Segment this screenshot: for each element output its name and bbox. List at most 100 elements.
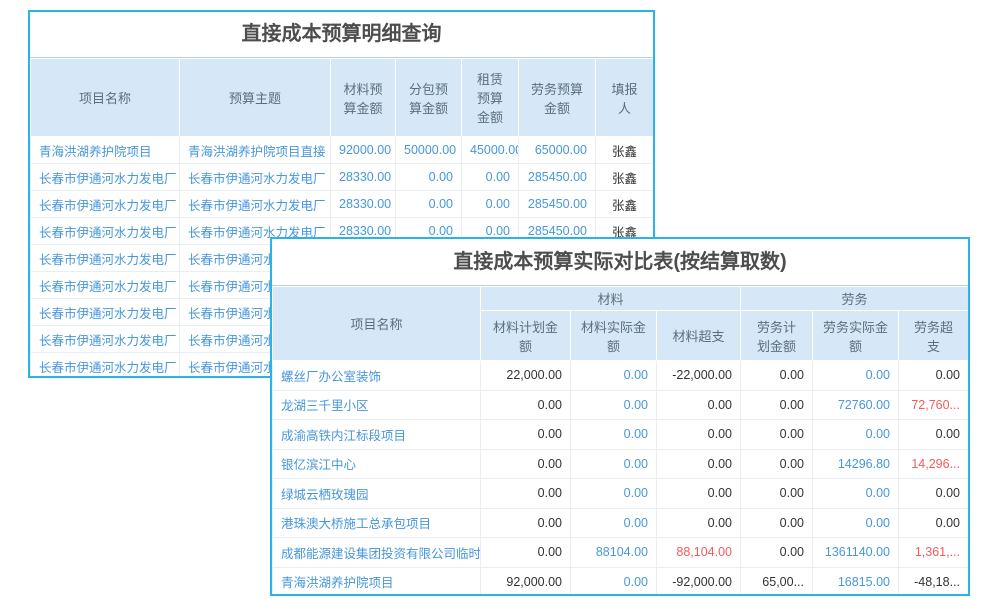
value-cell: 0.00 (899, 479, 969, 509)
table-row[interactable]: 龙湖三千里小区0.000.000.000.0072760.0072,760... (273, 390, 969, 420)
table-row[interactable]: 青海洪湖养护院项目青海洪湖养护院项目直接92000.0050000.004500… (31, 137, 654, 164)
value-cell: -22,000.00 (657, 361, 741, 391)
budget-detail-title: 直接成本预算明细查询 (30, 12, 653, 58)
value-cell: 张鑫 (596, 164, 654, 191)
value-cell: 0.00 (741, 361, 813, 391)
column-header-material-overrun: 材料超支 (657, 311, 741, 361)
project-name-cell: 长春市伊通河水力发电厂 (31, 218, 180, 245)
project-name-cell: 银亿滨江中心 (273, 449, 481, 479)
column-header-budget-theme: 预算主题 (180, 59, 331, 137)
value-cell: 65000.00 (519, 137, 596, 164)
value-cell: 1,361,... (899, 538, 969, 568)
value-cell: 0.00 (741, 390, 813, 420)
value-cell: 0.00 (813, 479, 899, 509)
column-header-subcontract-budget: 分包预算金额 (396, 59, 462, 137)
value-cell: 1361140.00 (813, 538, 899, 568)
budget-compare-title: 直接成本预算实际对比表(按结算取数) (272, 239, 968, 286)
budget-compare-table: 项目名称 材料 劳务 材料计划金额 材料实际金额 材料超支 劳务计划金额 劳务实… (272, 286, 969, 596)
value-cell: 88104.00 (571, 538, 657, 568)
value-cell: 0.00 (571, 449, 657, 479)
value-cell: 0.00 (899, 420, 969, 450)
project-name-cell: 长春市伊通河水力发电厂 (31, 272, 180, 299)
value-cell: 92,000.00 (481, 567, 571, 596)
value-cell: 0.00 (571, 479, 657, 509)
value-cell: 0.00 (481, 449, 571, 479)
budget-compare-panel: 直接成本预算实际对比表(按结算取数) 项目名称 材料 劳务 材料计划金额 材料实… (270, 237, 970, 596)
table-row[interactable]: 成都能源建设集团投资有限公司临时0.0088104.0088,104.000.0… (273, 538, 969, 568)
value-cell: 50000.00 (396, 137, 462, 164)
project-name-cell: 长春市伊通河水力发电厂 (31, 164, 180, 191)
value-cell: 0.00 (481, 420, 571, 450)
table-row[interactable]: 绿城云栖玫瑰园0.000.000.000.000.000.00 (273, 479, 969, 509)
value-cell: 0.00 (396, 191, 462, 218)
table-row[interactable]: 银亿滨江中心0.000.000.000.0014296.8014,296... (273, 449, 969, 479)
value-cell: 0.00 (657, 390, 741, 420)
value-cell: 0.00 (571, 361, 657, 391)
column-header-labor-overrun: 劳务超支 (899, 311, 969, 361)
project-name-cell: 长春市伊通河水力发电厂 (31, 191, 180, 218)
value-cell: -48,18... (899, 567, 969, 596)
value-cell: 0.00 (571, 567, 657, 596)
value-cell: 0.00 (396, 164, 462, 191)
value-cell: 0.00 (741, 449, 813, 479)
value-cell: 0.00 (657, 508, 741, 538)
project-name-cell: 长春市伊通河水力发电厂 (31, 245, 180, 272)
value-cell: 0.00 (481, 538, 571, 568)
table-row[interactable]: 青海洪湖养护院项目92,000.000.00-92,000.0065,00...… (273, 567, 969, 596)
budget-compare-rows: 螺丝厂办公室装饰22,000.000.00-22,000.000.000.000… (273, 361, 969, 597)
project-name-cell: 青海洪湖养护院项目 (273, 567, 481, 596)
value-cell: 14296.80 (813, 449, 899, 479)
value-cell: 0.00 (741, 538, 813, 568)
value-cell: 0.00 (899, 508, 969, 538)
table-row[interactable]: 长春市伊通河水力发电厂长春市伊通河水力发电厂28330.000.000.0028… (31, 164, 654, 191)
project-name-cell: 长春市伊通河水力发电厂 (31, 326, 180, 353)
project-name-cell: 长春市伊通河水力发电厂 (31, 353, 180, 379)
value-cell: 张鑫 (596, 137, 654, 164)
table-row[interactable]: 螺丝厂办公室装饰22,000.000.00-22,000.000.000.000… (273, 361, 969, 391)
value-cell: 72760.00 (813, 390, 899, 420)
value-cell: 0.00 (571, 420, 657, 450)
project-name-cell: 龙湖三千里小区 (273, 390, 481, 420)
value-cell: 0.00 (481, 479, 571, 509)
value-cell: 0.00 (571, 390, 657, 420)
value-cell: 0.00 (813, 420, 899, 450)
value-cell: 0.00 (741, 508, 813, 538)
value-cell: 28330.00 (331, 191, 396, 218)
project-name-cell: 绿城云栖玫瑰园 (273, 479, 481, 509)
project-name-cell: 螺丝厂办公室装饰 (273, 361, 481, 391)
value-cell: 0.00 (657, 449, 741, 479)
value-cell: 285450.00 (519, 164, 596, 191)
column-header-labor-actual: 劳务实际金额 (813, 311, 899, 361)
value-cell: 张鑫 (596, 191, 654, 218)
table-row[interactable]: 港珠澳大桥施工总承包项目0.000.000.000.000.000.00 (273, 508, 969, 538)
project-name-cell: 长春市伊通河水力发电厂 (31, 299, 180, 326)
value-cell: 长春市伊通河水力发电厂 (180, 191, 331, 218)
value-cell: 72,760... (899, 390, 969, 420)
value-cell: 青海洪湖养护院项目直接 (180, 137, 331, 164)
value-cell: 0.00 (813, 361, 899, 391)
project-name-cell: 成渝高铁内江标段项目 (273, 420, 481, 450)
table-row[interactable]: 长春市伊通河水力发电厂长春市伊通河水力发电厂28330.000.000.0028… (31, 191, 654, 218)
column-header-material-budget: 材料预算金额 (331, 59, 396, 137)
value-cell: 0.00 (899, 361, 969, 391)
project-name-cell: 港珠澳大桥施工总承包项目 (273, 508, 481, 538)
table-row[interactable]: 成渝高铁内江标段项目0.000.000.000.000.000.00 (273, 420, 969, 450)
value-cell: 0.00 (741, 420, 813, 450)
value-cell: 0.00 (462, 191, 519, 218)
value-cell: 0.00 (571, 508, 657, 538)
group-header-labor: 劳务 (741, 287, 969, 311)
value-cell: 14,296... (899, 449, 969, 479)
column-header-labor-budget: 劳务预算金额 (519, 59, 596, 137)
value-cell: 28330.00 (331, 164, 396, 191)
value-cell: 0.00 (462, 164, 519, 191)
value-cell: 0.00 (657, 420, 741, 450)
value-cell: 0.00 (813, 508, 899, 538)
column-header-material-actual: 材料实际金额 (571, 311, 657, 361)
project-name-cell: 青海洪湖养护院项目 (31, 137, 180, 164)
column-header-labor-plan: 劳务计划金额 (741, 311, 813, 361)
column-header-project: 项目名称 (273, 287, 481, 361)
column-header-reporter: 填报人 (596, 59, 654, 137)
value-cell: 16815.00 (813, 567, 899, 596)
value-cell: 65,00... (741, 567, 813, 596)
value-cell: 285450.00 (519, 191, 596, 218)
